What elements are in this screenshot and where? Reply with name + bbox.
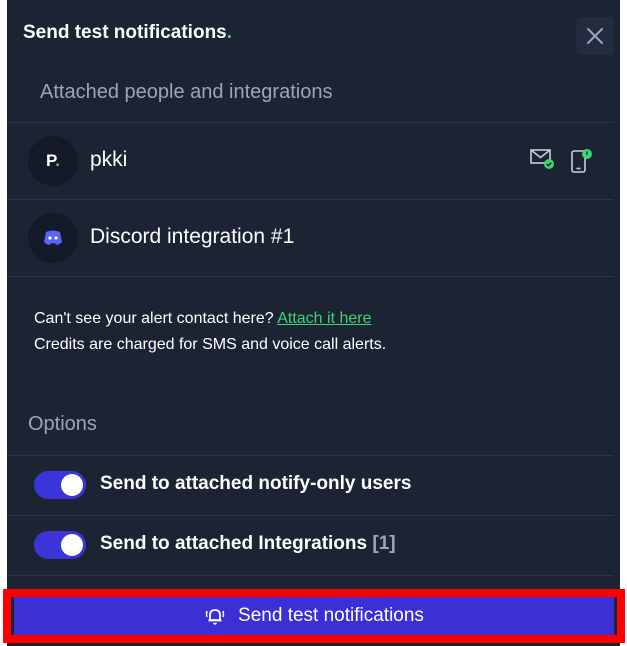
attached-integration-row: Discord integration #1: [7, 200, 614, 276]
phone-notification-icon: [571, 149, 592, 173]
divider: [7, 276, 614, 277]
attached-person-row: P. pkki: [7, 123, 614, 199]
email-check-icon: [530, 149, 554, 169]
toggle-knob: [61, 474, 83, 496]
close-button[interactable]: [576, 17, 614, 55]
avatar-dot: .: [55, 151, 60, 170]
notify-only-users-toggle[interactable]: [34, 471, 86, 499]
attach-it-here-link[interactable]: Attach it here: [277, 310, 371, 327]
attached-section-label: Attached people and integrations: [40, 81, 333, 103]
discord-icon: [44, 230, 62, 245]
integration-name: Discord integration #1: [90, 225, 295, 248]
notice-text: Can't see your alert contact here?: [34, 310, 278, 327]
option-row-notify-only-users: Send to attached notify-only users: [7, 456, 614, 514]
integrations-toggle[interactable]: [34, 531, 86, 559]
integrations-count: [1]: [372, 533, 396, 554]
send-test-notifications-button[interactable]: Send test notifications: [14, 597, 614, 635]
bell-ring-icon: [204, 605, 226, 627]
divider: [7, 575, 614, 576]
integrations-label: Send to attached Integrations: [100, 533, 368, 554]
options-section-label: Options: [28, 413, 97, 435]
option-row-integrations: Send to attached Integrations [1]: [7, 516, 614, 574]
notify-only-users-label: Send to attached notify-only users: [100, 473, 412, 494]
panel-title-dot: .: [226, 22, 233, 43]
close-icon: [587, 28, 603, 44]
panel-title: Send test notifications.: [23, 22, 232, 44]
avatar: P.: [28, 136, 78, 186]
integrations-label-wrap: Send to attached Integrations [1]: [100, 533, 396, 555]
alert-contact-notice: Can't see your alert contact here? Attac…: [34, 306, 386, 358]
toggle-knob: [61, 534, 83, 556]
avatar-letter: P: [46, 151, 56, 170]
send-button-label: Send test notifications: [238, 605, 424, 626]
person-name: pkki: [90, 148, 128, 171]
panel-title-text: Send test notifications: [23, 22, 227, 43]
test-notifications-panel: Send test notifications. Attached people…: [7, 0, 620, 646]
credits-notice: Credits are charged for SMS and voice ca…: [34, 336, 387, 353]
integration-avatar: [28, 213, 78, 263]
